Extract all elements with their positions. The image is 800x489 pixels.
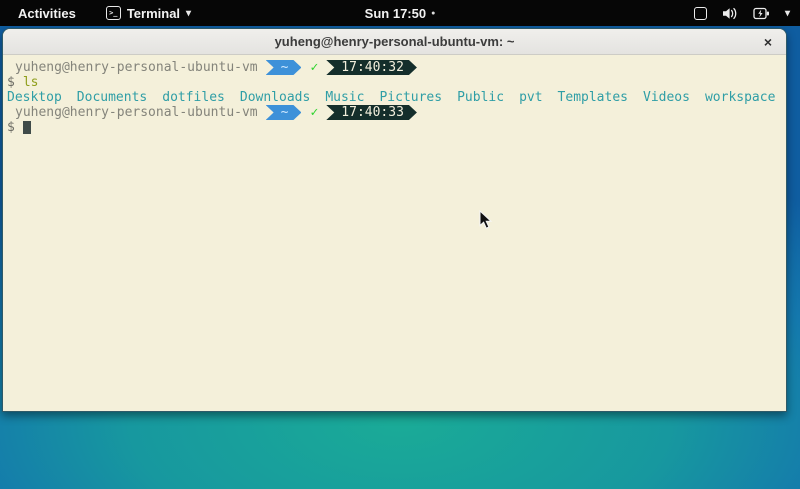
window-title: yuheng@henry-personal-ubuntu-vm: ~ [275, 34, 515, 49]
prompt-user-host: yuheng@henry-personal-ubuntu-vm [15, 60, 258, 75]
terminal-icon: >_ [106, 6, 121, 20]
close-icon[interactable]: × [759, 33, 777, 51]
prompt-time-badge: 17:40:32 [326, 60, 417, 75]
dir-entry: Templates [558, 90, 628, 105]
clock-button[interactable]: Sun 17:50 ● [365, 6, 436, 21]
chevron-down-icon: ▾ [785, 8, 790, 19]
dir-entry: pvt [519, 90, 542, 105]
dir-entry: Music [325, 90, 364, 105]
app-menu-terminal[interactable]: >_ Terminal ▾ [106, 6, 191, 21]
clock-label: Sun 17:50 [365, 6, 426, 21]
activities-button[interactable]: Activities [14, 4, 80, 23]
chevron-down-icon: ▾ [186, 8, 191, 19]
status-check-icon: ✓ [310, 105, 318, 120]
dir-entry: workspace [705, 90, 775, 105]
directory-listing: Desktop Documents dotfiles Downloads Mus… [3, 90, 786, 105]
prompt-time-badge: 17:40:33 [326, 105, 417, 120]
status-check-icon: ✓ [310, 60, 318, 75]
dir-entry: Downloads [240, 90, 310, 105]
command-line: $ ls [3, 75, 786, 90]
prompt-line: yuheng@henry-personal-ubuntu-vm ~ ✓ 17:4… [3, 105, 786, 120]
top-bar: Activities >_ Terminal ▾ Sun 17:50 ● ▾ [0, 0, 800, 26]
dir-entry: Public [457, 90, 504, 105]
dir-entry: Pictures [379, 90, 442, 105]
volume-icon [722, 7, 738, 20]
prompt-line: yuheng@henry-personal-ubuntu-vm ~ ✓ 17:4… [3, 60, 786, 75]
notification-dot-icon: ● [431, 10, 435, 17]
system-tray-menu[interactable]: ▾ [694, 7, 790, 20]
command-text: ls [23, 75, 39, 90]
prompt-user-host: yuheng@henry-personal-ubuntu-vm [15, 105, 258, 120]
dir-entry: Videos [643, 90, 690, 105]
prompt-symbol: $ [7, 120, 15, 135]
screen-icon [694, 7, 707, 20]
prompt-cwd-badge: ~ [266, 105, 302, 120]
input-line: $ [3, 120, 786, 135]
prompt-cwd-badge: ~ [266, 60, 302, 75]
terminal-cursor [23, 121, 31, 134]
battery-charging-icon [753, 7, 770, 20]
app-menu-label: Terminal [127, 6, 180, 21]
dir-entry: dotfiles [162, 90, 225, 105]
dir-entry: Desktop [7, 90, 62, 105]
window-titlebar[interactable]: yuheng@henry-personal-ubuntu-vm: ~ × [3, 29, 786, 55]
terminal-window: yuheng@henry-personal-ubuntu-vm: ~ × yuh… [2, 28, 787, 412]
dir-entry: Documents [77, 90, 147, 105]
prompt-symbol: $ [7, 75, 15, 90]
terminal-content[interactable]: yuheng@henry-personal-ubuntu-vm ~ ✓ 17:4… [3, 56, 786, 411]
